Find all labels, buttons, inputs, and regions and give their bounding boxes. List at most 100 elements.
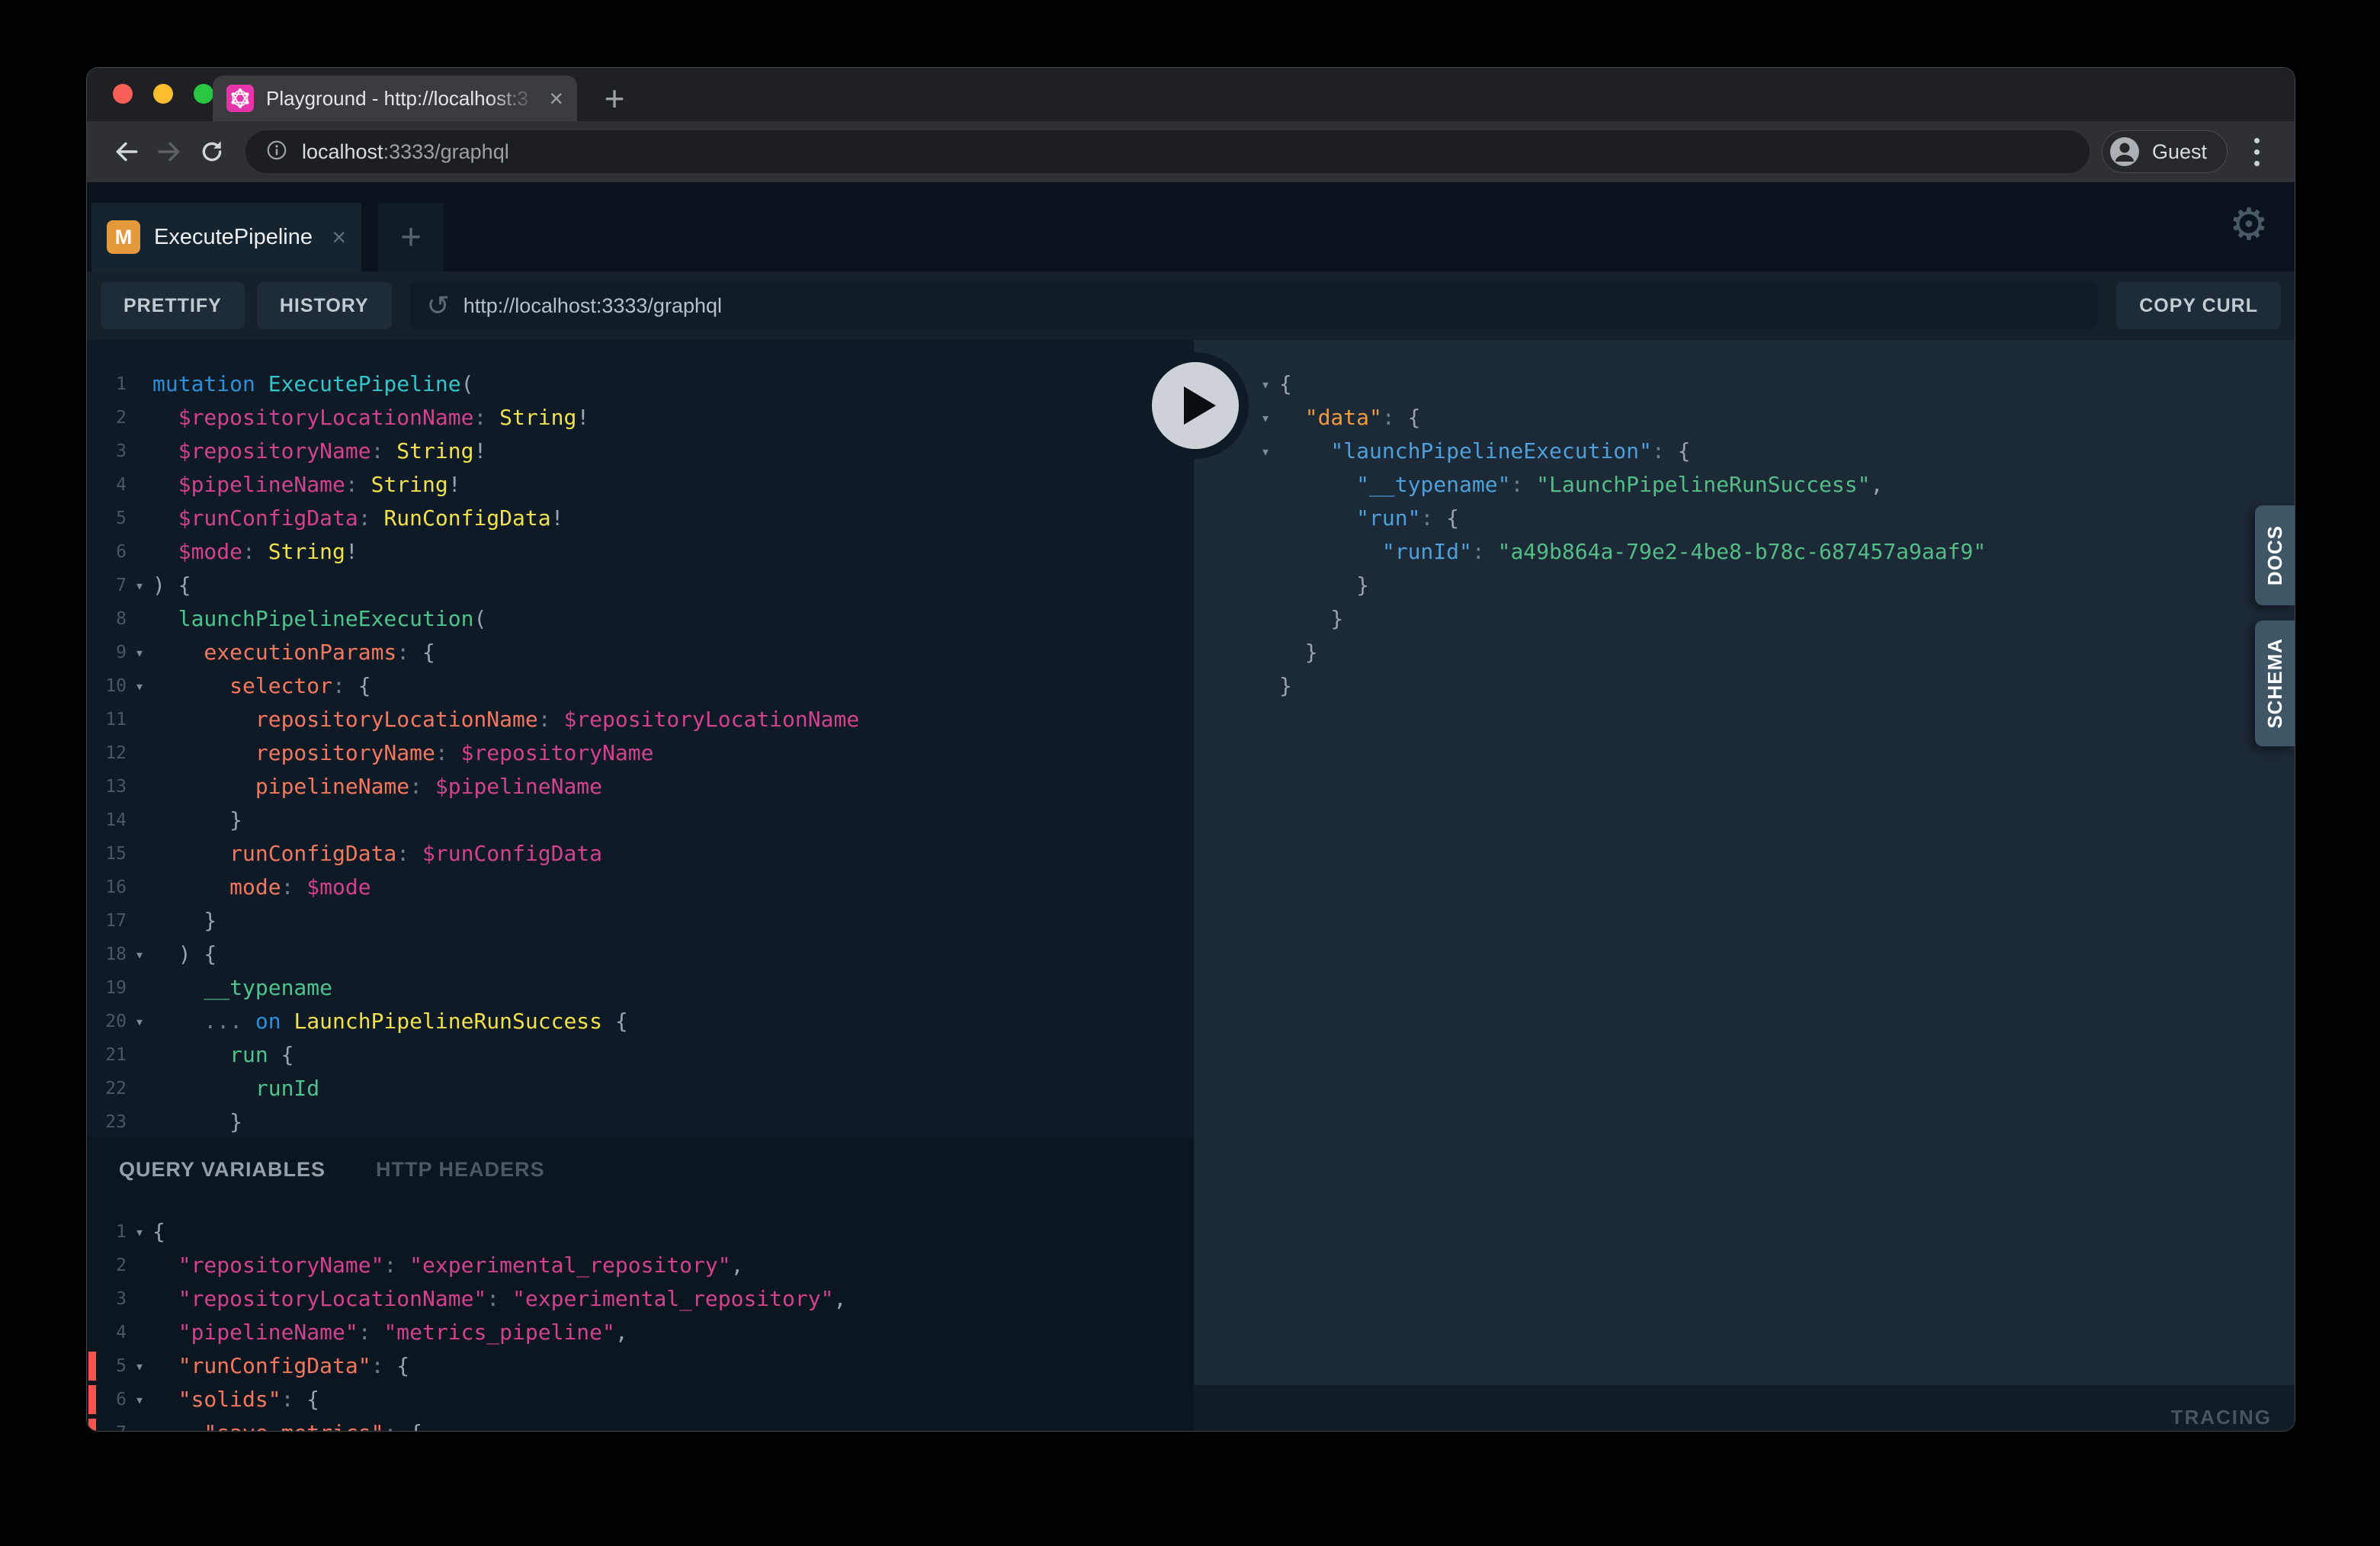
new-tab-button[interactable]: + <box>593 77 636 120</box>
minimize-window-button[interactable] <box>153 84 173 104</box>
browser-window: Playground - http://localhost:3 × + loca… <box>86 67 2295 1432</box>
forward-icon[interactable] <box>148 130 191 173</box>
query-code-line[interactable]: 15 runConfigData: $runConfigData <box>87 837 1194 871</box>
fold-arrow-icon[interactable]: ▾ <box>127 669 152 703</box>
variables-code-line[interactable]: 1▾{ <box>87 1215 1194 1249</box>
back-icon[interactable] <box>105 130 148 173</box>
tab-query-variables[interactable]: QUERY VARIABLES <box>119 1158 326 1182</box>
query-code-line[interactable]: 1mutation ExecutePipeline( <box>87 367 1194 401</box>
response-line: } <box>1252 602 2295 636</box>
code-text: $runConfigData: RunConfigData! <box>152 502 563 535</box>
zoom-window-button[interactable] <box>194 84 213 104</box>
fold-arrow-icon[interactable]: ▾ <box>127 1349 152 1383</box>
query-code-line[interactable]: 21 run { <box>87 1038 1194 1072</box>
browser-tab-title: Playground - http://localhost:3 <box>266 87 537 111</box>
query-code-line[interactable]: 17 } <box>87 904 1194 938</box>
fold-arrow-icon[interactable]: ▾ <box>127 1005 152 1038</box>
mutation-badge: M <box>107 220 140 254</box>
fold-arrow-icon[interactable]: ▾ <box>1252 435 1279 468</box>
url-text: localhost:3333/graphql <box>302 140 509 164</box>
variables-code-line[interactable]: 5▾ "runConfigData": { <box>87 1349 1194 1383</box>
tab-http-headers[interactable]: HTTP HEADERS <box>376 1158 545 1182</box>
site-info-icon[interactable] <box>265 139 288 165</box>
new-session-tab-button[interactable]: + <box>378 203 444 271</box>
fold-spacer <box>1252 502 1279 535</box>
code-text: } <box>1279 569 1369 602</box>
endpoint-input[interactable]: ↺ http://localhost:3333/graphql <box>410 282 2099 329</box>
fold-arrow-icon[interactable]: ▾ <box>1252 367 1279 401</box>
query-code-line[interactable]: 16 mode: $mode <box>87 871 1194 904</box>
query-code-line[interactable]: 8 launchPipelineExecution( <box>87 602 1194 636</box>
query-code-line[interactable]: 18▾ ) { <box>87 938 1194 971</box>
query-variables-editor[interactable]: 1▾{2 "repositoryName": "experimental_rep… <box>87 1182 1194 1432</box>
query-code-line[interactable]: 4 $pipelineName: String! <box>87 468 1194 502</box>
variables-code-line[interactable]: 4 "pipelineName": "metrics_pipeline", <box>87 1316 1194 1349</box>
query-code-line[interactable]: 3 $repositoryName: String! <box>87 435 1194 468</box>
settings-gear-icon[interactable]: ⚙︎ <box>2229 202 2269 246</box>
fold-spacer <box>127 602 152 636</box>
line-number: 6 <box>87 535 127 569</box>
fold-spacer <box>1252 669 1279 703</box>
variables-code-line[interactable]: 6▾ "solids": { <box>87 1383 1194 1416</box>
tracing-label: TRACING <box>2171 1406 2272 1429</box>
undo-icon[interactable]: ↺ <box>427 290 450 322</box>
code-text: $mode: String! <box>152 535 358 569</box>
session-close-icon[interactable]: × <box>332 223 346 252</box>
address-bar[interactable]: localhost:3333/graphql <box>245 130 2090 173</box>
query-code-line[interactable]: 20▾ ... on LaunchPipelineRunSuccess { <box>87 1005 1194 1038</box>
code-text: $repositoryName: String! <box>152 435 486 468</box>
query-code-line[interactable]: 19 __typename <box>87 971 1194 1005</box>
fold-spacer <box>127 502 152 535</box>
fold-spacer <box>127 1249 152 1282</box>
docs-side-tab[interactable]: DOCS <box>2255 505 2295 605</box>
query-editor[interactable]: 1mutation ExecutePipeline(2 $repositoryL… <box>87 340 1194 1137</box>
code-text: "solids": { <box>152 1383 319 1416</box>
query-code-line[interactable]: 11 repositoryLocationName: $repositoryLo… <box>87 703 1194 736</box>
line-number: 17 <box>87 904 127 938</box>
fold-arrow-icon[interactable]: ▾ <box>127 1383 152 1416</box>
profile-button[interactable]: Guest <box>2102 130 2228 173</box>
history-button[interactable]: HISTORY <box>257 282 392 329</box>
tab-close-icon[interactable]: × <box>549 86 563 111</box>
query-code-line[interactable]: 14 } <box>87 803 1194 837</box>
tracing-bar[interactable]: TRACING <box>1194 1385 2295 1432</box>
code-text: launchPipelineExecution( <box>152 602 486 636</box>
fold-arrow-icon[interactable]: ▾ <box>1252 401 1279 435</box>
query-code-line[interactable]: 9▾ executionParams: { <box>87 636 1194 669</box>
fold-arrow-icon[interactable]: ▾ <box>127 1215 152 1249</box>
session-tab-executepipeline[interactable]: M ExecutePipeline × <box>91 203 361 271</box>
variables-code-line[interactable]: 2 "repositoryName": "experimental_reposi… <box>87 1249 1194 1282</box>
schema-side-tab[interactable]: SCHEMA <box>2255 621 2295 746</box>
variables-code-line[interactable]: 7▾ "save_metrics": { <box>87 1416 1194 1432</box>
prettify-button[interactable]: PRETTIFY <box>101 282 245 329</box>
execute-button[interactable] <box>1142 352 1249 459</box>
code-text: pipelineName: $pipelineName <box>152 770 602 803</box>
fold-spacer <box>127 468 152 502</box>
browser-tab[interactable]: Playground - http://localhost:3 × <box>213 75 577 121</box>
query-code-line[interactable]: 6 $mode: String! <box>87 535 1194 569</box>
reload-icon[interactable] <box>191 130 233 173</box>
query-code-line[interactable]: 22 runId <box>87 1072 1194 1105</box>
browser-menu-icon[interactable] <box>2237 138 2276 166</box>
variables-code-line[interactable]: 3 "repositoryLocationName": "experimenta… <box>87 1282 1194 1316</box>
fold-spacer <box>1252 468 1279 502</box>
response-line: ▾{ <box>1252 367 2295 401</box>
query-code-line[interactable]: 10▾ selector: { <box>87 669 1194 703</box>
query-code-line[interactable]: 5 $runConfigData: RunConfigData! <box>87 502 1194 535</box>
close-window-button[interactable] <box>113 84 133 104</box>
fold-arrow-icon[interactable]: ▾ <box>127 569 152 602</box>
code-text: } <box>1279 636 1318 669</box>
fold-arrow-icon[interactable]: ▾ <box>127 1416 152 1432</box>
schema-label: SCHEMA <box>2263 638 2287 729</box>
query-code-line[interactable]: 7▾) { <box>87 569 1194 602</box>
query-code-line[interactable]: 13 pipelineName: $pipelineName <box>87 770 1194 803</box>
copy-curl-button[interactable]: COPY CURL <box>2116 282 2281 329</box>
fold-arrow-icon[interactable]: ▾ <box>127 938 152 971</box>
query-code-line[interactable]: 23 } <box>87 1105 1194 1137</box>
code-text: mode: $mode <box>152 871 371 904</box>
code-text: "run": { <box>1279 502 1459 535</box>
fold-arrow-icon[interactable]: ▾ <box>127 636 152 669</box>
query-code-line[interactable]: 2 $repositoryLocationName: String! <box>87 401 1194 435</box>
query-code-line[interactable]: 12 repositoryName: $repositoryName <box>87 736 1194 770</box>
code-text: executionParams: { <box>152 636 435 669</box>
